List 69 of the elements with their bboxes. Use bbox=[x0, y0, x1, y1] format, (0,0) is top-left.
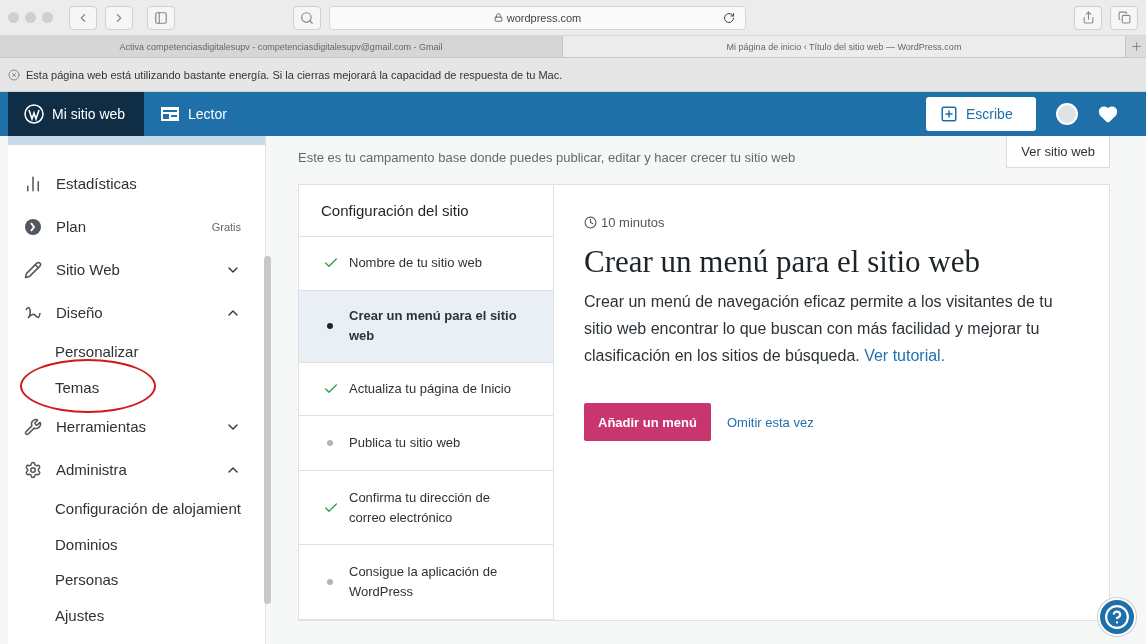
item-label: Personalizar bbox=[55, 343, 139, 361]
subtitle: Este es tu campamento base donde puedes publicar, editar y hacer crecer tu sitio web bbox=[298, 150, 796, 165]
browser-tab[interactable]: Activa competenciasdigitalesupv - competenciasdigitalesupv@gmail.com - Gmail bbox=[0, 36, 563, 57]
close-icon[interactable] bbox=[8, 68, 20, 81]
share-icon bbox=[1081, 11, 1095, 24]
view-site-button[interactable]: Ver sitio web bbox=[1006, 136, 1110, 168]
sidebar-item[interactable]: Herramientas bbox=[8, 405, 265, 448]
sidebar-item[interactable]: Administra bbox=[8, 448, 265, 491]
task-title: Crear un menú para el sitio web bbox=[584, 244, 981, 280]
task-description: Crear un menú de navegación eficaz permite a los visitantes de tu sitio web encontrar lo que buscan con más facilidad y mejorar tu clasificación en los sitios de búsqueda. Ver tutorial. bbox=[584, 292, 1054, 366]
masterbar-item[interactable]: Lector bbox=[144, 92, 243, 136]
address-field[interactable]: wordpress.com bbox=[329, 5, 746, 30]
lock-icon bbox=[493, 13, 503, 22]
heart-icon[interactable] bbox=[1098, 104, 1118, 124]
back-button[interactable] bbox=[69, 5, 97, 30]
sidebar-subitem[interactable]: Temas bbox=[8, 369, 265, 405]
search-icon bbox=[300, 10, 314, 25]
forward-button[interactable] bbox=[105, 5, 133, 30]
item-label: Estadísticas bbox=[56, 175, 138, 192]
item-label: Sitio Web bbox=[56, 261, 121, 278]
item-label: Temas bbox=[55, 378, 100, 396]
sidebar-subitem[interactable]: Configuración de alojamient bbox=[8, 491, 265, 527]
clock-icon bbox=[584, 216, 597, 229]
checklist-title: Configuración del sitio bbox=[299, 185, 553, 237]
item-label: Configuración de alojamient bbox=[55, 500, 241, 518]
checklist-item[interactable]: Crear un menú para el sitio web bbox=[299, 290, 553, 363]
tabs-icon bbox=[1117, 11, 1131, 24]
item-label: Administra bbox=[56, 461, 128, 478]
new-tab-icon[interactable] bbox=[1129, 40, 1143, 53]
item-label: Ajustes bbox=[55, 606, 105, 624]
duration: 10 minutos bbox=[584, 215, 1079, 230]
skip-link[interactable]: Omitir esta vez bbox=[726, 414, 814, 430]
add-menu-button[interactable]: Añadir un menú bbox=[584, 403, 711, 441]
bar-chart-icon bbox=[24, 174, 42, 193]
sidebar-subitem[interactable]: Dominios bbox=[8, 526, 265, 562]
plan-icon bbox=[24, 217, 42, 236]
item-label: Diseño bbox=[56, 304, 104, 321]
energy-warning: Esta página web está utilizando bastante energía. Si la cierras mejorará la capacidad de respuesta de tu Mac. bbox=[26, 68, 563, 81]
sidebar-item[interactable]: Diseño bbox=[8, 291, 265, 334]
search-button[interactable] bbox=[293, 5, 321, 30]
settings-icon bbox=[24, 460, 42, 479]
sidebar-item[interactable]: Sitio Web bbox=[8, 248, 265, 291]
masterbar-item[interactable]: Mi sitio web bbox=[8, 92, 144, 136]
sidebar-subitem[interactable]: Personas bbox=[8, 562, 265, 598]
wrench-icon bbox=[24, 417, 42, 436]
item-label: Plan bbox=[56, 218, 88, 235]
write-button[interactable]: Escribe bbox=[926, 97, 1036, 131]
tabs-button[interactable] bbox=[1110, 5, 1138, 30]
help-button[interactable] bbox=[1098, 598, 1136, 636]
sidebar-item[interactable]: Plan Gratis bbox=[8, 205, 265, 248]
wordpress-logo-icon bbox=[24, 104, 44, 124]
sidebar-item[interactable]: Estadísticas bbox=[8, 162, 265, 205]
pencil-icon bbox=[24, 260, 42, 279]
sidebar-button[interactable] bbox=[147, 5, 175, 30]
item-label: Personas bbox=[55, 571, 119, 589]
plus-square-icon bbox=[940, 105, 958, 123]
avatar[interactable] bbox=[1056, 103, 1078, 125]
item-label: Dominios bbox=[55, 535, 118, 553]
tutorial-link[interactable]: Ver tutorial. bbox=[864, 347, 946, 364]
share-button[interactable] bbox=[1074, 5, 1102, 30]
reader-icon bbox=[160, 106, 180, 122]
sidebar-subitem[interactable]: Ajustes bbox=[8, 597, 265, 633]
sidebar-icon bbox=[154, 10, 168, 25]
item-label: Herramientas bbox=[56, 418, 148, 435]
scrollbar[interactable] bbox=[264, 256, 271, 604]
reload-icon[interactable] bbox=[723, 11, 735, 24]
browser-tab[interactable]: Mi página de inicio ‹ Título del sitio web — WordPress.com bbox=[563, 36, 1126, 57]
sidebar-subitem[interactable]: Personalizar bbox=[8, 334, 265, 370]
plan-label: Gratis bbox=[211, 220, 241, 233]
